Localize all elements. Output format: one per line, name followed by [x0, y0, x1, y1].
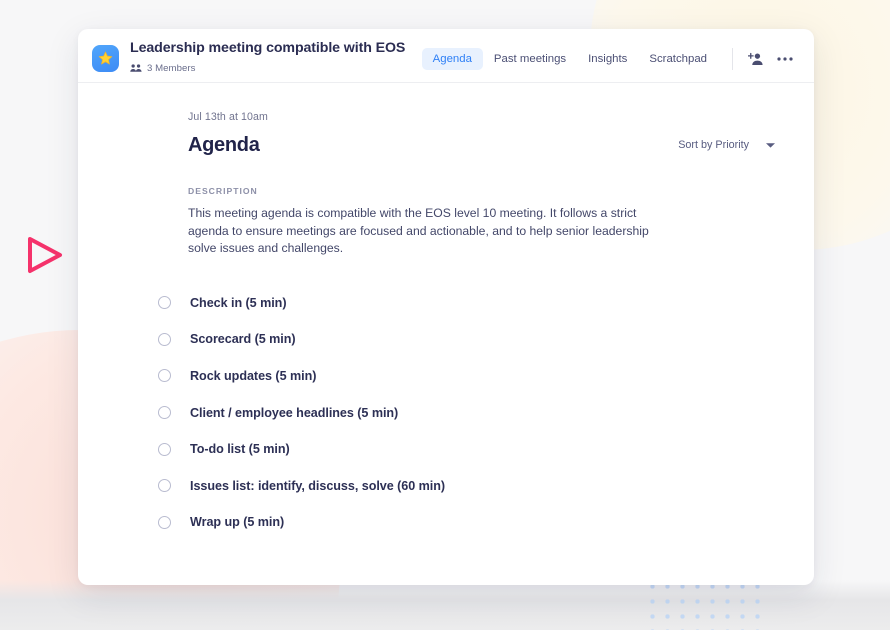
agenda-item-checkbox[interactable] — [158, 332, 171, 346]
title-row: Agenda Sort by Priority — [188, 134, 776, 157]
agenda-item[interactable]: Rock updates (5 min) — [158, 358, 776, 395]
agenda-item-label: Rock updates (5 min) — [190, 368, 317, 383]
description-text: This meeting agenda is compatible with t… — [188, 206, 649, 255]
agenda-item[interactable]: Wrap up (5 min) — [158, 504, 776, 541]
sort-dropdown[interactable]: Sort by Priority — [678, 136, 776, 157]
tab-past-meetings[interactable]: Past meetings — [483, 48, 577, 70]
agenda-item-checkbox[interactable] — [158, 479, 171, 493]
meeting-title: Leadership meeting compatible with EOS — [130, 39, 406, 56]
description-label: DESCRIPTION — [188, 186, 258, 196]
members-row: 3 Members — [130, 60, 405, 78]
agenda-item[interactable]: Client / employee headlines (5 min) — [158, 394, 776, 431]
agenda-item-checkbox[interactable] — [158, 296, 171, 310]
agenda-item-label: Issues list: identify, discuss, solve (6… — [190, 478, 446, 493]
tab-scratchpad[interactable]: Scratchpad — [638, 48, 718, 70]
tab-agenda[interactable]: Agenda — [421, 47, 483, 70]
agenda-item-checkbox[interactable] — [158, 369, 171, 383]
agenda-item-label: Check in (5 min) — [190, 295, 287, 310]
agenda-item-label: To-do list (5 min) — [190, 442, 290, 457]
meeting-card: Leadership meeting compatible with EOS 3… — [78, 29, 814, 585]
star-app-icon — [92, 45, 119, 72]
agenda-item-checkbox[interactable] — [158, 406, 171, 420]
chevron-down-icon — [765, 136, 776, 154]
tab-insights[interactable]: Insights — [577, 48, 638, 70]
header-text-block: Leadership meeting compatible with EOS 3… — [130, 40, 405, 78]
agenda-item-checkbox[interactable] — [158, 515, 171, 529]
more-options-icon[interactable] — [774, 48, 796, 70]
tab-bar: Agenda Past meetings Insights Scratchpad — [421, 47, 796, 70]
page-title: Agenda — [188, 134, 260, 156]
agenda-item-label: Scorecard (5 min) — [190, 332, 296, 347]
agenda-item[interactable]: To-do list (5 min) — [158, 431, 776, 468]
agenda-item[interactable]: Scorecard (5 min) — [158, 321, 776, 358]
sort-dropdown-label: Sort by Priority — [678, 139, 749, 151]
card-header: Leadership meeting compatible with EOS 3… — [78, 35, 814, 83]
meeting-date: Jul 13th at 10am — [188, 111, 268, 123]
agenda-item-label: Client / employee headlines (5 min) — [190, 405, 399, 420]
tab-divider — [732, 47, 733, 70]
agenda-list: Check in (5 min) Scorecard (5 min) Rock … — [158, 285, 776, 541]
agenda-item[interactable]: Check in (5 min) — [158, 285, 776, 322]
agenda-item-label: Wrap up (5 min) — [190, 515, 285, 530]
card-body: Jul 13th at 10am Agenda Sort by Priority… — [78, 83, 814, 541]
people-icon — [130, 60, 142, 78]
members-count: 3 Members — [147, 63, 196, 74]
add-person-icon[interactable] — [745, 48, 767, 70]
agenda-item[interactable]: Issues list: identify, discuss, solve (6… — [158, 467, 776, 504]
agenda-item-checkbox[interactable] — [158, 442, 171, 456]
